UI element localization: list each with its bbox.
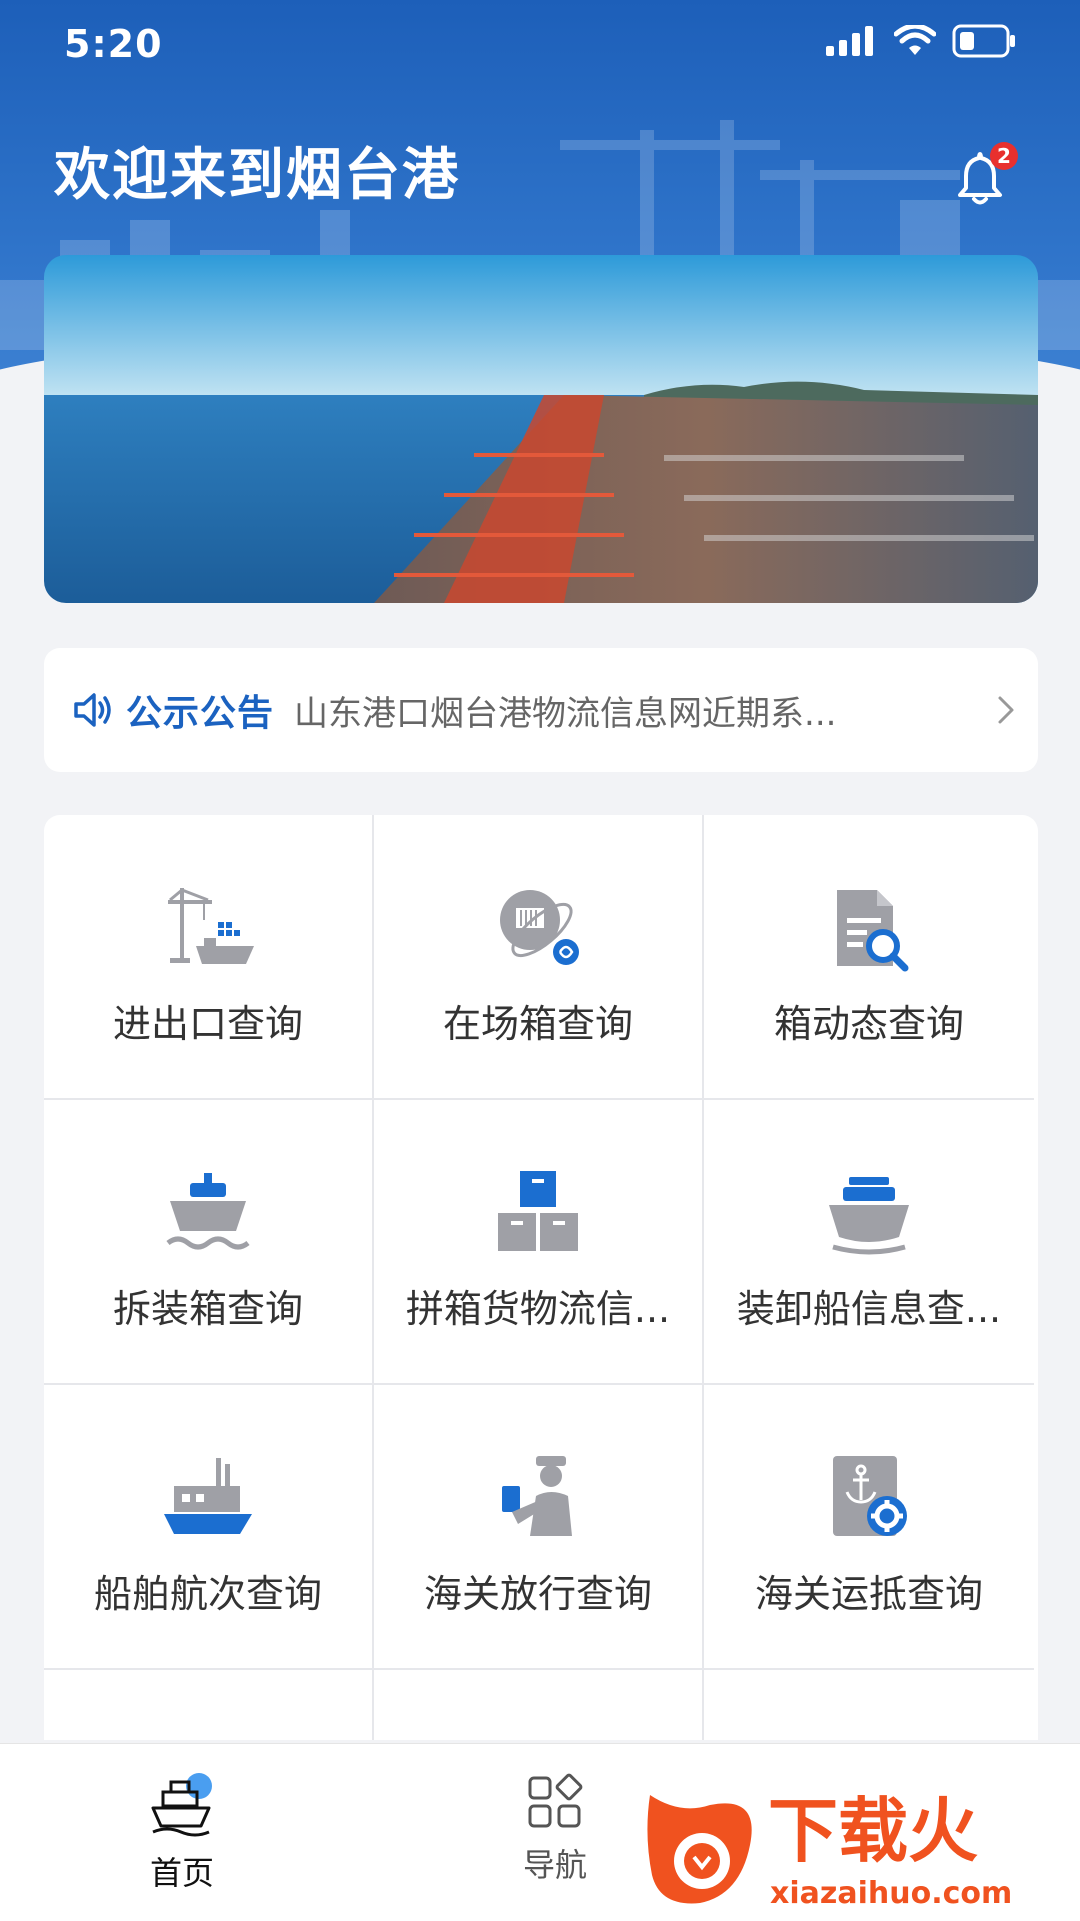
tab-label: 首页 [149, 1854, 214, 1892]
chevron-right-icon [998, 696, 1014, 724]
watermark-brand: 下载火 [768, 1790, 978, 1872]
grid-item-import-export[interactable]: 进出口查询 [44, 815, 374, 1100]
port-photo [44, 255, 1038, 603]
function-grid: 进出口查询 在场箱查询 箱动态查询 拆装箱查询 拼箱货物流信... 装卸船信息查… [44, 815, 1038, 1740]
grid-item-partial[interactable] [374, 1670, 704, 1740]
status-time: 5:20 [64, 22, 163, 66]
freighter-icon [164, 1458, 252, 1534]
grid-item-yard-container[interactable]: 在场箱查询 [374, 815, 704, 1100]
grid-item-vessel-voyage[interactable]: 船舶航次查询 [44, 1385, 374, 1670]
grid-item-label: 船舶航次查询 [93, 1572, 322, 1616]
grid-item-partial[interactable] [44, 1670, 374, 1740]
status-icons [826, 24, 1016, 58]
ship-loading-icon [829, 1177, 909, 1255]
notification-badge: 2 [990, 142, 1018, 170]
document-search-icon [837, 890, 909, 972]
anchor-gear-icon [833, 1456, 907, 1536]
status-bar: 5:20 [0, 0, 1080, 90]
home-ship-icon [151, 1773, 212, 1837]
cargo-ship-icon [166, 1173, 250, 1250]
grid-item-partial[interactable] [704, 1670, 1034, 1740]
customs-officer-icon [502, 1456, 572, 1536]
announcement-text[interactable]: 山东港口烟台港物流信息网近期系... [294, 686, 934, 735]
grid-item-label: 箱动态查询 [773, 1002, 964, 1046]
grid-item-customs-release[interactable]: 海关放行查询 [374, 1385, 704, 1670]
grid-item-ship-loading[interactable]: 装卸船信息查... [704, 1100, 1034, 1385]
wifi-icon [894, 25, 936, 55]
flame-logo-icon: 下载火 xiazaihuo.com [647, 1790, 1012, 1911]
grid-item-container-status[interactable]: 箱动态查询 [704, 815, 1034, 1100]
stacked-boxes-icon [498, 1171, 578, 1251]
signal-icon [826, 26, 873, 56]
grid-item-label: 海关运抵查询 [754, 1572, 983, 1616]
grid-apps-icon [528, 1773, 583, 1828]
announcement-bar[interactable]: 公示公告 山东港口烟台港物流信息网近期系... [44, 648, 1038, 772]
banner-carousel[interactable] [44, 255, 1038, 603]
container-yard-globe-icon [500, 890, 579, 965]
page-title: 欢迎来到烟台港 [54, 143, 460, 208]
grid-item-lcl-logistics[interactable]: 拼箱货物流信... [374, 1100, 704, 1385]
announcement-label: 公示公告 [126, 693, 275, 734]
watermark-logo: 下载火 xiazaihuo.com [640, 1775, 1070, 1915]
tab-home[interactable]: 首页 [92, 1772, 272, 1894]
grid-item-stuffing[interactable]: 拆装箱查询 [44, 1100, 374, 1385]
grid-item-label: 装卸船信息查... [736, 1287, 1002, 1331]
grid-item-label: 在场箱查询 [442, 1002, 633, 1046]
grid-item-label: 进出口查询 [112, 1002, 303, 1046]
speaker-icon [74, 693, 111, 727]
grid-item-label: 拼箱货物流信... [405, 1287, 671, 1331]
tab-navigation[interactable]: 导航 [465, 1772, 645, 1886]
battery-icon [952, 24, 1015, 58]
grid-item-label: 拆装箱查询 [112, 1287, 303, 1331]
grid-item-label: 海关放行查询 [423, 1572, 652, 1616]
port-crane-ship-icon [168, 888, 254, 964]
tab-label: 导航 [522, 1846, 587, 1884]
watermark-url: xiazaihuo.com [770, 1876, 1012, 1911]
grid-item-customs-arrival[interactable]: 海关运抵查询 [704, 1385, 1034, 1670]
